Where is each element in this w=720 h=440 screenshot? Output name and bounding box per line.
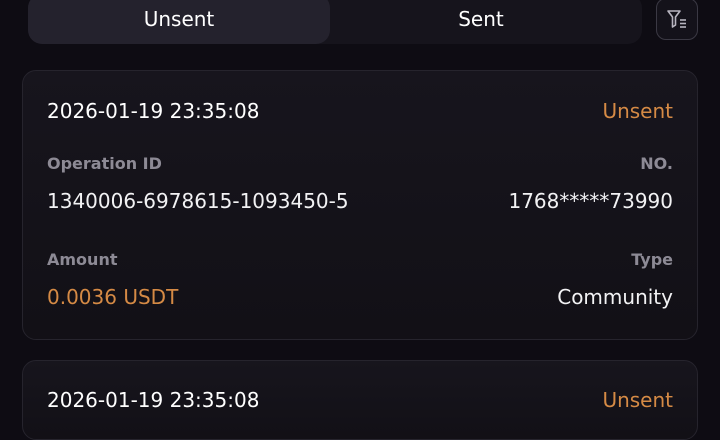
amount-value: 0.0036 USDT (47, 285, 179, 309)
status-tabs: Unsent Sent (28, 0, 642, 44)
amount-label: Amount (47, 250, 118, 269)
record-datetime: 2026-01-19 23:35:08 (47, 388, 260, 412)
filter-icon (667, 10, 686, 28)
tab-unsent[interactable]: Unsent (28, 0, 330, 44)
record-status: Unsent (602, 388, 673, 412)
tab-sent[interactable]: Sent (330, 0, 632, 44)
type-value: Community (557, 285, 673, 309)
type-label: Type (631, 250, 673, 269)
no-label: NO. (640, 154, 673, 173)
no-value: 1768*****73990 (508, 189, 673, 213)
operation-id-label: Operation ID (47, 154, 162, 173)
filter-button[interactable] (656, 0, 698, 40)
operation-id-value: 1340006-6978615-1093450-5 (47, 189, 349, 213)
record-card[interactable]: 2026-01-19 23:35:08 Unsent (22, 360, 698, 440)
record-card[interactable]: 2026-01-19 23:35:08 Unsent Operation ID … (22, 70, 698, 340)
record-status: Unsent (602, 99, 673, 123)
record-datetime: 2026-01-19 23:35:08 (47, 99, 260, 123)
